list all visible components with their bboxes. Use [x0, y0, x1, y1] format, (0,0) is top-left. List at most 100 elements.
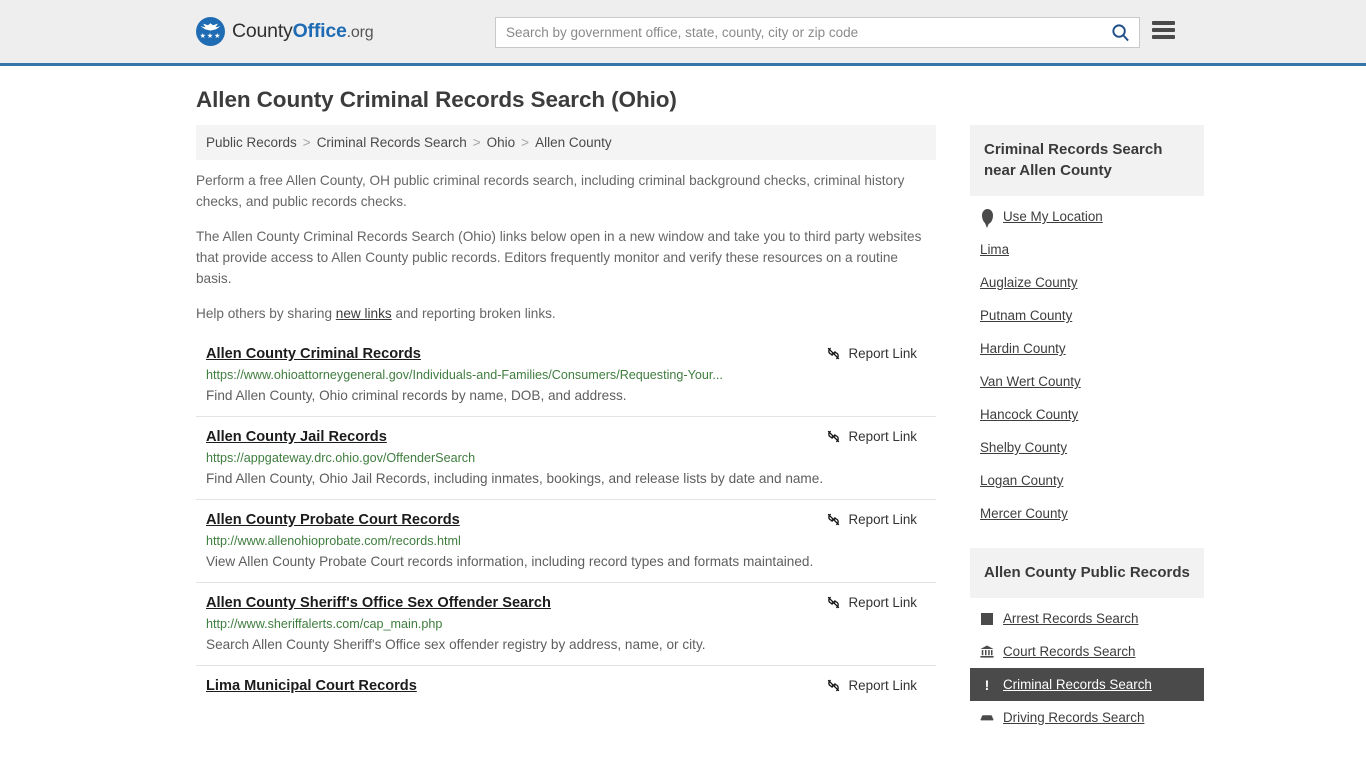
exclamation-icon: ! — [984, 676, 990, 693]
report-link-button[interactable]: Report Link — [826, 512, 936, 527]
broken-link-icon — [827, 430, 839, 443]
breadcrumb-item-public-records[interactable]: Public Records — [206, 135, 297, 150]
result-header: Allen County Jail Records Report Link — [206, 429, 936, 445]
result-item: Allen County Criminal Records Report Lin… — [196, 338, 936, 416]
breadcrumb-separator: > — [302, 135, 311, 150]
hamburger-bar-3 — [1152, 35, 1175, 39]
report-link-label: Report Link — [848, 346, 917, 361]
eagle-glyph — [200, 23, 221, 31]
sidebar-item-label: Use My Location — [1003, 209, 1103, 224]
sidebar-item-label: Shelby County — [980, 440, 1068, 455]
result-title-link[interactable]: Allen County Criminal Records — [206, 346, 421, 362]
result-description: Search Allen County Sheriff's Office sex… — [206, 637, 706, 652]
hamburger-bar-1 — [1152, 21, 1175, 25]
result-url[interactable]: https://www.ohioattorneygeneral.gov/Indi… — [206, 368, 936, 382]
hamburger-bar-2 — [1152, 28, 1175, 32]
intro-paragraph-3: Help others by sharing new links and rep… — [196, 303, 936, 324]
page-container: Allen County Criminal Records Search (Oh… — [0, 87, 1366, 734]
sidebar-item-driving-records-search[interactable]: Driving Records Search — [970, 701, 1204, 734]
sidebar-item-use-my-location[interactable]: Use My Location — [970, 200, 1204, 233]
sidebar-item-label: Driving Records Search — [1003, 710, 1145, 725]
eagle-shield-icon: ★★★ — [196, 17, 225, 46]
report-link-label: Report Link — [848, 678, 917, 693]
breadcrumb-separator: > — [521, 135, 530, 150]
public-records-section-heading: Allen County Public Records — [970, 548, 1204, 598]
broken-link-icon — [827, 596, 839, 609]
result-url[interactable]: http://www.allenohioprobate.com/records.… — [206, 534, 936, 548]
sidebar-item-label: Auglaize County — [980, 275, 1078, 290]
result-description: Find Allen County, Ohio Jail Records, in… — [206, 471, 824, 486]
search-input[interactable] — [496, 18, 1101, 47]
courthouse-icon — [980, 644, 994, 659]
sidebar-item-shelby-county[interactable]: Shelby County — [970, 431, 1204, 464]
result-description: View Allen County Probate Court records … — [206, 554, 814, 569]
breadcrumb-item-allen-county[interactable]: Allen County — [535, 135, 612, 150]
public-records-list: Arrest Records Search Court Records Sear… — [970, 598, 1204, 734]
map-pin-icon — [980, 209, 994, 228]
report-link-label: Report Link — [848, 429, 917, 444]
result-url[interactable]: https://appgateway.drc.ohio.gov/Offender… — [206, 451, 936, 465]
content-columns: Public Records > Criminal Records Search… — [196, 125, 1204, 734]
main-column: Public Records > Criminal Records Search… — [196, 125, 936, 704]
intro-text-after: and reporting broken links. — [391, 306, 556, 321]
report-link-label: Report Link — [848, 512, 917, 527]
result-item: Allen County Probate Court Records Repor… — [196, 499, 936, 582]
car-glyph — [980, 715, 994, 721]
sidebar-item-arrest-records-search[interactable]: Arrest Records Search — [970, 602, 1204, 635]
report-link-button[interactable]: Report Link — [826, 595, 936, 610]
result-url[interactable]: http://www.sheriffalerts.com/cap_main.ph… — [206, 617, 936, 631]
broken-link-icon — [827, 679, 839, 692]
sidebar-item-label: Putnam County — [980, 308, 1073, 323]
sidebar-item-hancock-county[interactable]: Hancock County — [970, 398, 1204, 431]
breadcrumb: Public Records > Criminal Records Search… — [196, 125, 936, 160]
sidebar-item-logan-county[interactable]: Logan County — [970, 464, 1204, 497]
result-header: Allen County Sheriff's Office Sex Offend… — [206, 595, 936, 611]
result-title-link[interactable]: Allen County Sheriff's Office Sex Offend… — [206, 595, 551, 611]
sidebar-item-hardin-county[interactable]: Hardin County — [970, 332, 1204, 365]
result-item: Allen County Sheriff's Office Sex Offend… — [196, 582, 936, 665]
new-links-link[interactable]: new links — [336, 306, 392, 321]
result-description: Find Allen County, Ohio criminal records… — [206, 388, 627, 403]
search-icon[interactable] — [1101, 18, 1139, 47]
sidebar-item-label: Criminal Records Search — [1003, 677, 1152, 692]
result-title-link[interactable]: Allen County Probate Court Records — [206, 512, 460, 528]
report-link-button[interactable]: Report Link — [826, 346, 936, 361]
result-title-link[interactable]: Lima Municipal Court Records — [206, 678, 417, 694]
sidebar-item-putnam-county[interactable]: Putnam County — [970, 299, 1204, 332]
result-header: Allen County Probate Court Records Repor… — [206, 512, 936, 528]
brand-office: Office — [292, 20, 347, 42]
result-item: Allen County Jail Records Report Link ht… — [196, 416, 936, 499]
car-icon — [980, 710, 994, 725]
breadcrumb-item-ohio[interactable]: Ohio — [487, 135, 516, 150]
sidebar-item-label: Arrest Records Search — [1003, 611, 1139, 626]
report-link-button[interactable]: Report Link — [826, 429, 936, 444]
result-header: Lima Municipal Court Records Report Link — [206, 678, 936, 694]
fingerprint-icon — [980, 611, 994, 626]
search-glyph — [1111, 24, 1129, 42]
brand-org: .org — [346, 24, 374, 41]
search-bar[interactable] — [495, 17, 1140, 48]
hamburger-menu-icon[interactable] — [1152, 21, 1175, 39]
breadcrumb-item-criminal-records-search[interactable]: Criminal Records Search — [317, 135, 467, 150]
sidebar: Criminal Records Search near Allen Count… — [970, 125, 1204, 734]
intro-paragraph-1: Perform a free Allen County, OH public c… — [196, 173, 905, 209]
sidebar-item-lima[interactable]: Lima — [970, 233, 1204, 266]
sidebar-item-label: Van Wert County — [980, 374, 1081, 389]
broken-link-icon — [827, 513, 839, 526]
report-link-button[interactable]: Report Link — [826, 678, 936, 693]
sidebar-item-criminal-records-search[interactable]: ! Criminal Records Search — [970, 668, 1204, 701]
sidebar-item-court-records-search[interactable]: Court Records Search — [970, 635, 1204, 668]
site-logo[interactable]: ★★★ CountyOffice.org — [196, 17, 374, 46]
page-title: Allen County Criminal Records Search (Oh… — [196, 87, 677, 112]
sidebar-item-van-wert-county[interactable]: Van Wert County — [970, 365, 1204, 398]
sidebar-item-mercer-county[interactable]: Mercer County — [970, 497, 1204, 530]
sidebar-item-label: Court Records Search — [1003, 644, 1136, 659]
brand-county: County — [232, 20, 293, 42]
intro-paragraph-2: The Allen County Criminal Records Search… — [196, 229, 922, 286]
sidebar-item-auglaize-county[interactable]: Auglaize County — [970, 266, 1204, 299]
result-title-link[interactable]: Allen County Jail Records — [206, 429, 387, 445]
sidebar-item-label: Lima — [980, 242, 1010, 257]
sidebar-item-label: Hancock County — [980, 407, 1079, 422]
courthouse-glyph — [980, 645, 994, 658]
